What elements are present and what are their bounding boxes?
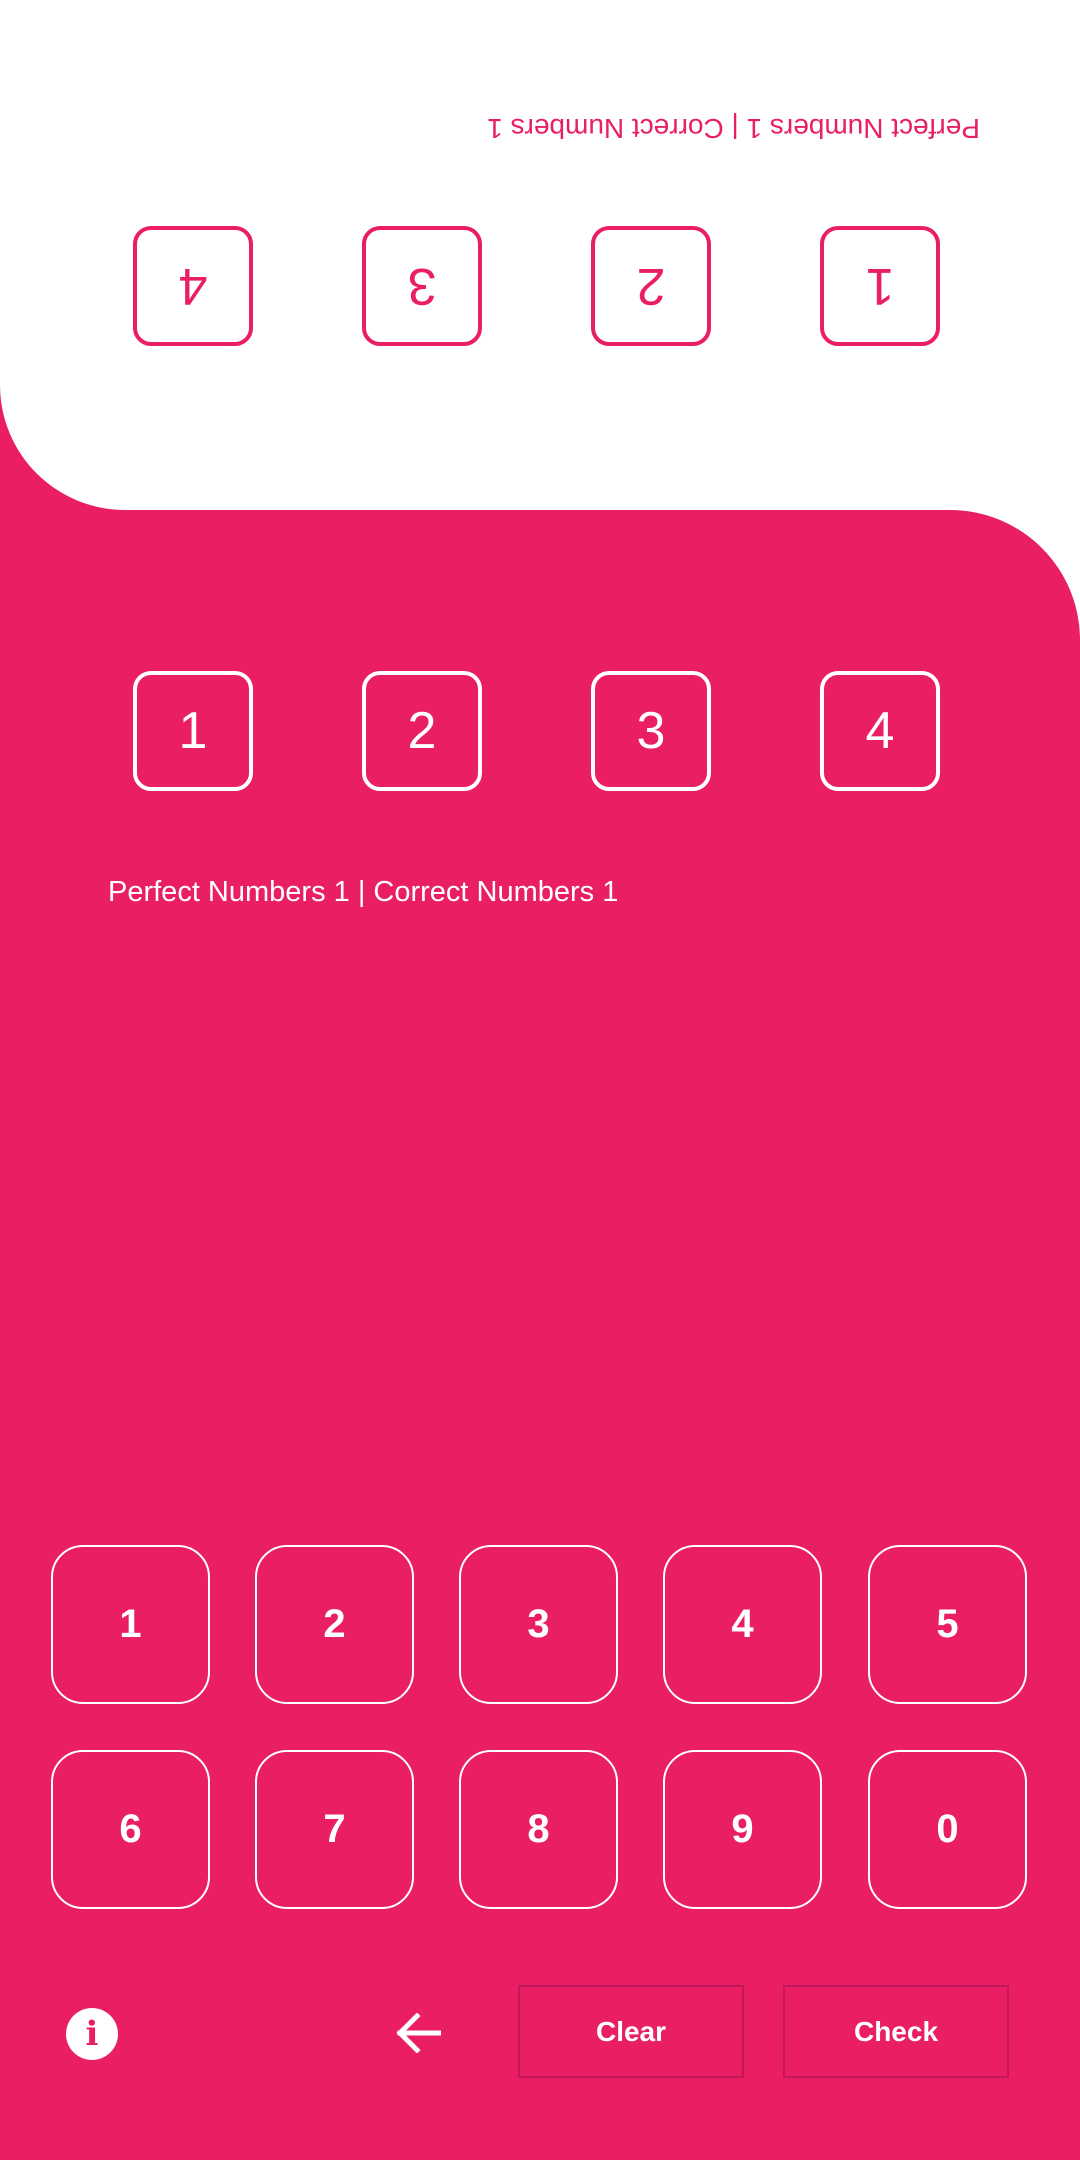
key-0[interactable]: 0	[868, 1750, 1027, 1909]
opponent-digit-1: 1	[820, 226, 940, 346]
opponent-digit-3: 3	[362, 226, 482, 346]
key-1[interactable]: 1	[51, 1545, 210, 1704]
key-3[interactable]: 3	[459, 1545, 618, 1704]
key-9[interactable]: 9	[663, 1750, 822, 1909]
player-digit-2: 2	[362, 671, 482, 791]
opponent-digit-4: 4	[133, 226, 253, 346]
key-5[interactable]: 5	[868, 1545, 1027, 1704]
arrow-left-icon[interactable]	[390, 2005, 446, 2061]
key-4[interactable]: 4	[663, 1545, 822, 1704]
opponent-status-text: Perfect Numbers 1 | Correct Numbers 1	[487, 113, 980, 144]
player-digit-4: 4	[820, 671, 940, 791]
info-icon[interactable]: i	[66, 2008, 118, 2060]
key-2[interactable]: 2	[255, 1545, 414, 1704]
opponent-digit-2: 2	[591, 226, 711, 346]
player-status-text: Perfect Numbers 1 | Correct Numbers 1	[108, 876, 619, 908]
player-digit-1: 1	[133, 671, 253, 791]
key-6[interactable]: 6	[51, 1750, 210, 1909]
player-digit-3: 3	[591, 671, 711, 791]
check-button[interactable]: Check	[783, 1985, 1009, 2078]
key-8[interactable]: 8	[459, 1750, 618, 1909]
clear-button[interactable]: Clear	[518, 1985, 744, 2078]
key-7[interactable]: 7	[255, 1750, 414, 1909]
